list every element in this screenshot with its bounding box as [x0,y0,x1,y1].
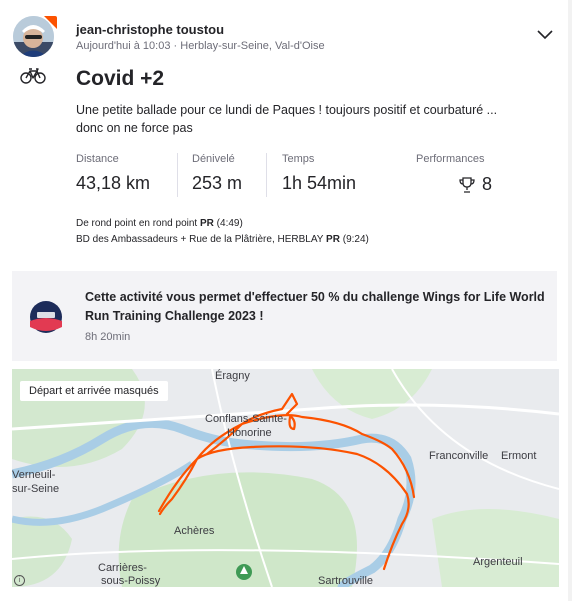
segment-time: (9:24) [342,234,369,245]
map-label-argenteuil: Argenteuil [473,556,523,568]
stat-elevation: Dénivelé 253 m [192,153,242,194]
activity-description: Une petite ballade pour ce lundi de Paqu… [76,103,498,135]
map-label-verneuil: Verneuil- [12,469,56,481]
segment-row[interactable]: BD des Ambassadeurs + Rue de la Plâtrièr… [76,232,369,248]
segment-row[interactable]: De rond point en rond point PR (4:49) [76,216,369,232]
bike-icon [20,68,46,84]
segment-time: (4:49) [216,218,243,229]
map-label-acheres: Achères [174,525,215,537]
pr-badge: PR [326,234,340,245]
map-background [12,369,559,587]
challenge-badge-icon [30,301,62,333]
avatar-image [13,16,54,57]
stat-value: 253 m [192,173,243,193]
stat-value: 43,18 km [76,173,151,193]
activity-card: jean-christophe toustou Aujourd'hui à 10… [0,0,568,601]
stat-divider [266,153,267,197]
stat-label: Dénivelé [192,153,235,165]
map-label-conflans: Conflans-Sainte- [205,413,287,425]
map-label-franconville: Franconville [429,450,489,462]
map-label-honorine: Honorine [227,427,272,439]
segment-name: De rond point en rond point [76,218,198,229]
stat-label: Temps [282,153,315,165]
challenge-banner[interactable]: Cette activité vous permet d'effectuer 5… [12,271,557,361]
chevron-down-icon[interactable] [536,28,554,40]
map-label-eragny: Éragny [215,370,250,382]
trophy-icon [459,176,475,193]
stat-label: Distance [76,153,119,165]
activity-location: Herblay-sur-Seine, Val-d'Oise [180,40,325,52]
map-label-sur-seine: sur-Seine [12,483,60,495]
activity-title[interactable]: Covid +2 [76,67,164,91]
performances-value[interactable]: 8 [458,174,492,195]
pr-badge: PR [199,218,214,229]
segments-list: De rond point en rond point PR (4:49) BD… [76,216,369,248]
segment-name: BD des Ambassadeurs + Rue de la Plâtrièr… [76,234,324,245]
stat-divider [177,153,178,197]
map-label-ermont: Ermont [501,450,537,462]
activity-meta: Aujourd'hui à 10:03 · Herblay-sur-Seine,… [76,40,325,52]
map-label-sartrouville: Sartrouville [318,575,374,587]
stat-distance: Distance 43,18 km [76,153,150,194]
challenge-duration: 8h 20min [85,331,131,343]
map-label-sous-poissy: sous-Poissy [101,575,161,587]
route-map[interactable]: Départ et arrivée masqués Éragny Conflan… [12,369,559,587]
privacy-badge: Départ et arrivée masqués [20,381,168,401]
stat-performances[interactable]: Performances [416,153,484,165]
athlete-avatar[interactable] [13,16,54,57]
stat-label: Performances [416,153,485,165]
stat-time: Temps 1h 54min [282,153,356,194]
activity-timestamp: Aujourd'hui à 10:03 [76,40,171,52]
athlete-name[interactable]: jean-christophe toustou [76,22,224,37]
map-label-carrieres: Carrières- [98,562,147,574]
performances-count: 8 [482,174,493,194]
map-attribution-icon[interactable]: i [14,575,25,586]
challenge-text: Cette activité vous permet d'effectuer 5… [85,290,545,323]
meta-separator: · [173,40,178,52]
stat-value: 1h 54min [282,173,357,193]
